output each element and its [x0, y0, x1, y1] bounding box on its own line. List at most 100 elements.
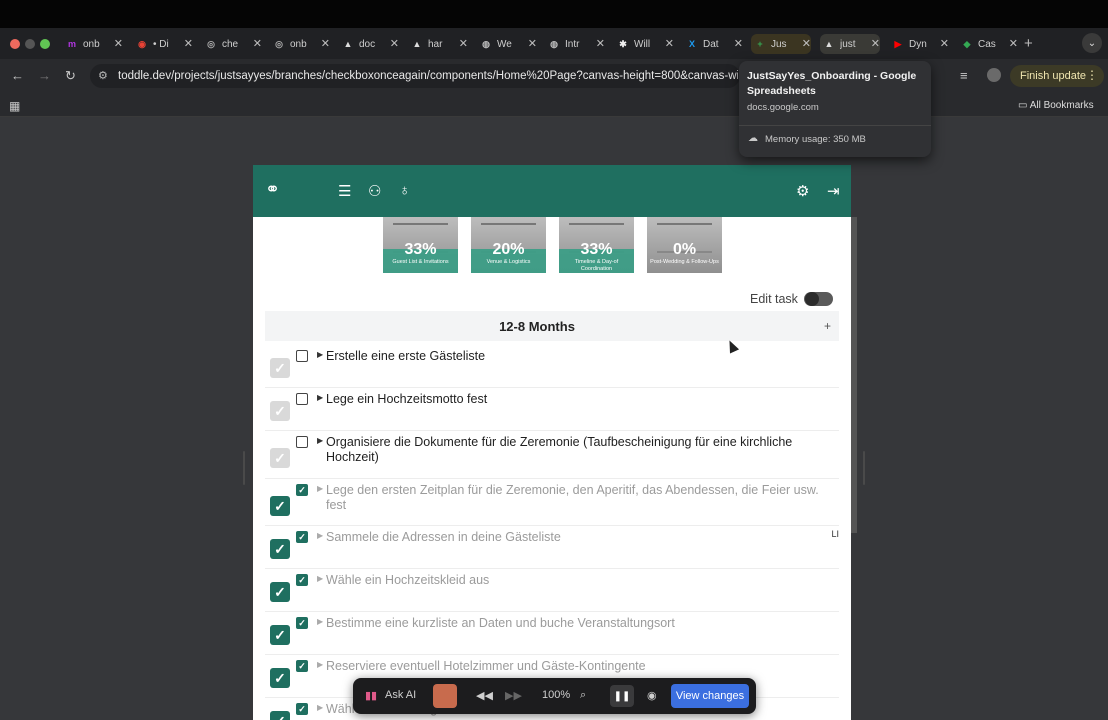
task-row[interactable]: ✓ ▶ Lege ein Hochzeitsmotto fest	[265, 388, 839, 431]
zoom-search-icon[interactable]: ⌕	[580, 689, 586, 702]
task-row[interactable]: ✓ ✓ ▶ Wähle ein Hochzeitskleid aus	[265, 569, 839, 612]
close-tab-icon[interactable]: ✕	[734, 37, 743, 50]
checklist-icon[interactable]: ☰	[338, 182, 351, 200]
rings-logo-icon[interactable]: ⚭	[265, 179, 280, 200]
canvas-resize-handle-right[interactable]	[863, 451, 865, 485]
task-select-checkbox[interactable]: ✓	[296, 660, 308, 672]
task-row[interactable]: ✓ ✓ ▶ Lege den ersten Zeitplan für die Zere…	[265, 479, 839, 526]
task-complete-checkbox[interactable]: ✓	[270, 711, 290, 720]
task-select-checkbox[interactable]: ✓	[296, 484, 308, 496]
new-tab-button[interactable]: +	[1024, 35, 1033, 52]
rewind-icon[interactable]: ◀◀	[476, 689, 493, 702]
settings-gear-icon[interactable]: ⚙	[796, 182, 809, 200]
browser-tab[interactable]: m onb ✕	[63, 34, 123, 54]
browser-tab[interactable]: X Dat ✕	[683, 34, 743, 54]
close-tab-icon[interactable]: ✕	[596, 37, 605, 50]
expand-caret-icon[interactable]: ▶	[317, 393, 323, 402]
profile-avatar[interactable]	[987, 68, 1001, 82]
site-info-icon[interactable]: ⚙	[98, 69, 108, 82]
close-tab-icon[interactable]: ✕	[253, 37, 262, 50]
close-tab-icon[interactable]: ✕	[321, 37, 330, 50]
close-tab-icon[interactable]: ✕	[459, 37, 468, 50]
browser-tab[interactable]: ✱ Will ✕	[614, 34, 674, 54]
task-row[interactable]: ✓ ✓ ▶ Bestimme eine kurzliste an Daten und …	[265, 612, 839, 655]
task-row[interactable]: ✓ ▶ Erstelle eine erste Gästeliste	[265, 345, 839, 388]
task-complete-checkbox[interactable]: ✓	[270, 496, 290, 516]
close-tab-icon[interactable]: ✕	[665, 37, 674, 50]
browser-tab[interactable]: ▲ har ✕	[408, 34, 468, 54]
browser-tab[interactable]: ◍ Intr ✕	[545, 34, 605, 54]
minimize-window-button[interactable]	[25, 39, 35, 49]
forward-arrow-icon[interactable]: →	[38, 68, 51, 83]
browser-tab[interactable]: ▲ doc ✕	[339, 34, 399, 54]
view-changes-button[interactable]: View changes	[671, 684, 749, 708]
all-bookmarks-folder[interactable]: ▭ All Bookmarks	[1018, 100, 1094, 111]
task-select-checkbox[interactable]: ✓	[296, 703, 308, 715]
task-select-checkbox[interactable]: ✓	[296, 617, 308, 629]
record-icon[interactable]: ◉	[647, 689, 657, 702]
browser-tab[interactable]: ▲ just ✕	[820, 34, 880, 54]
close-tab-icon[interactable]: ✕	[114, 37, 123, 50]
address-bar[interactable]: ⚙ toddle.dev/projects/justsayyes/branche…	[90, 64, 740, 88]
close-tab-icon[interactable]: ✕	[871, 37, 880, 50]
task-complete-checkbox[interactable]: ✓	[270, 668, 290, 688]
task-complete-checkbox[interactable]: ✓	[270, 582, 290, 602]
ask-ai-button[interactable]: Ask AI	[385, 689, 416, 701]
browser-tab[interactable]: ◎ onb ✕	[270, 34, 330, 54]
app-scrollbar[interactable]	[851, 217, 857, 533]
task-select-checkbox[interactable]: ✓	[296, 574, 308, 586]
preview-thumbnail[interactable]	[433, 684, 457, 708]
category-progress-card[interactable]: 0% Post-Wedding & Follow-Ups	[647, 217, 722, 273]
expand-caret-icon[interactable]: ▶	[317, 617, 323, 626]
category-progress-card[interactable]: 33% Guest List & Invitations	[383, 217, 458, 273]
browser-tab[interactable]: ▶ Dyn ✕	[889, 34, 949, 54]
expand-caret-icon[interactable]: ▶	[317, 436, 323, 445]
more-menu-icon[interactable]: ⋮	[1086, 68, 1098, 82]
back-arrow-icon[interactable]: ←	[11, 68, 24, 83]
task-complete-checkbox[interactable]: ✓	[270, 539, 290, 559]
expand-caret-icon[interactable]: ▶	[317, 660, 323, 669]
expand-caret-icon[interactable]: ▶	[317, 350, 323, 359]
pause-icon[interactable]: ❚❚	[610, 685, 634, 707]
browser-tab[interactable]: + Jus ✕	[751, 34, 811, 54]
task-complete-checkbox[interactable]: ✓	[270, 358, 290, 378]
task-select-checkbox[interactable]	[296, 350, 308, 362]
browser-tab[interactable]: ◍ We ✕	[477, 34, 537, 54]
task-row[interactable]: ✓ ▶ Organisiere die Dokumente für die Zere…	[265, 431, 839, 479]
task-row[interactable]: ✓ ✓ ▶ Sammele die Adressen in deine Gästeli…	[265, 526, 839, 569]
zoom-level[interactable]: 100%	[542, 689, 570, 701]
close-tab-icon[interactable]: ✕	[528, 37, 537, 50]
browser-tab[interactable]: ◉ • Di ✕	[133, 34, 193, 54]
reading-list-icon[interactable]: ≡	[960, 68, 968, 83]
task-select-checkbox[interactable]: ✓	[296, 531, 308, 543]
reload-icon[interactable]: ↻	[65, 68, 76, 84]
close-tab-icon[interactable]: ✕	[940, 37, 949, 50]
close-tab-icon[interactable]: ✕	[390, 37, 399, 50]
browser-tab[interactable]: ◎ che ✕	[202, 34, 262, 54]
canvas-resize-handle-left[interactable]	[243, 451, 245, 485]
budget-bag-icon[interactable]: ♁	[399, 182, 410, 199]
task-complete-checkbox[interactable]: ✓	[270, 401, 290, 421]
logout-icon[interactable]: ⇥	[827, 182, 840, 200]
expand-caret-icon[interactable]: ▶	[317, 703, 323, 712]
apps-grid-icon[interactable]: ▦	[9, 99, 20, 113]
browser-tab[interactable]: ◆ Cas ✕	[958, 34, 1018, 54]
expand-caret-icon[interactable]: ▶	[317, 531, 323, 540]
expand-caret-icon[interactable]: ▶	[317, 484, 323, 493]
guests-icon[interactable]: ⚇	[368, 182, 381, 200]
task-complete-checkbox[interactable]: ✓	[270, 448, 290, 468]
fast-forward-icon[interactable]: ▶▶	[505, 689, 522, 702]
task-select-checkbox[interactable]	[296, 436, 308, 448]
task-select-checkbox[interactable]	[296, 393, 308, 405]
expand-caret-icon[interactable]: ▶	[317, 574, 323, 583]
close-tab-icon[interactable]: ✕	[802, 37, 811, 50]
finish-update-button[interactable]: Finish update ⋮	[1010, 65, 1105, 87]
close-window-button[interactable]	[10, 39, 20, 49]
add-task-button[interactable]: +	[824, 319, 831, 333]
close-tab-icon[interactable]: ✕	[184, 37, 193, 50]
tab-search-chevron-icon[interactable]: ⌄	[1082, 33, 1102, 53]
category-progress-card[interactable]: 33% Timeline & Day-of Coordination	[559, 217, 634, 273]
close-tab-icon[interactable]: ✕	[1009, 37, 1018, 50]
task-complete-checkbox[interactable]: ✓	[270, 625, 290, 645]
category-progress-card[interactable]: 20% Venue & Logistics	[471, 217, 546, 273]
